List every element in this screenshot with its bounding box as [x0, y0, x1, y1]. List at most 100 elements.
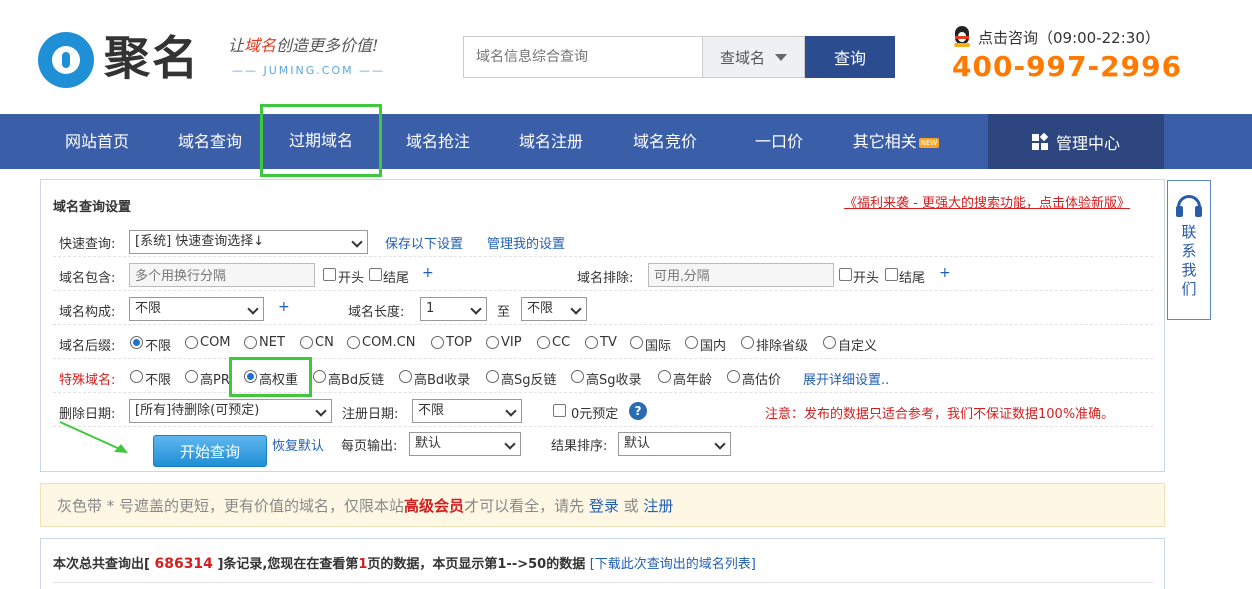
exclude-add-icon[interactable]: +: [939, 265, 951, 281]
notice-or: 或: [618, 497, 644, 515]
exclude-label: 域名排除:: [577, 271, 634, 286]
restore-default-link[interactable]: 恢复默认: [272, 435, 324, 454]
special-label: 特殊域名:: [59, 373, 116, 388]
nav-domain-snapping[interactable]: 域名抢注: [383, 114, 493, 169]
contains-input[interactable]: [129, 263, 315, 287]
result-divider: [53, 582, 1153, 583]
nav-other[interactable]: 其它相关 NEW: [836, 114, 956, 169]
notice-register-link[interactable]: 注册: [643, 497, 673, 515]
start-query-button[interactable]: 开始查询: [153, 435, 267, 467]
suffix-vip-label: VIP: [501, 335, 522, 350]
quick-query-select[interactable]: [系统] 快速查询选择↓: [129, 230, 368, 254]
suffix-domestic-label: 国内: [700, 339, 727, 354]
suffix-radio-intl[interactable]: [630, 336, 643, 349]
notice-vip: 高级会员: [404, 497, 465, 515]
search-button[interactable]: 查询: [805, 36, 895, 78]
contact-us-sidebar[interactable]: 联系我们: [1167, 180, 1211, 320]
special-radio-any[interactable]: [130, 370, 143, 383]
suffix-radio-cn[interactable]: [300, 336, 313, 349]
nav-admin-center[interactable]: 管理中心: [988, 114, 1164, 169]
consult-link[interactable]: 点击咨询（09:00-22:30）: [952, 26, 1160, 48]
special-radio-sg-index[interactable]: [571, 370, 584, 383]
suffix-radio-custom[interactable]: [823, 336, 836, 349]
suffix-radio-vip[interactable]: [486, 336, 499, 349]
consult-label: 点击咨询（09:00-22:30）: [978, 28, 1160, 47]
exclude-input[interactable]: [648, 263, 834, 287]
nav-domain-query[interactable]: 域名查询: [155, 114, 265, 169]
exclude-end-label: 结尾: [899, 271, 926, 286]
special-sg-index-label: 高Sg收录: [586, 373, 642, 388]
suffix-any-label: 不限: [145, 339, 172, 354]
nav-expired-domains[interactable]: 过期域名: [260, 104, 382, 177]
suffix-net-label: NET: [259, 335, 285, 350]
special-age-label: 高年龄: [673, 373, 713, 388]
zero-reserve-checkbox[interactable]: [553, 404, 566, 417]
slogan: 让域名创造更多价值!: [228, 32, 378, 56]
admin-center-label: 管理中心: [1055, 133, 1120, 153]
suffix-radio-exclude-province[interactable]: [741, 336, 754, 349]
expand-details-link[interactable]: 展开详细设置..: [803, 369, 889, 388]
suffix-radio-net[interactable]: [244, 336, 257, 349]
special-radio-age[interactable]: [658, 370, 671, 383]
manage-settings-link[interactable]: 管理我的设置: [487, 233, 565, 252]
chevron-down-icon: [247, 303, 259, 315]
result-line: 本次总共查询出[ 686314 ]条记录,您现在在查看第1页的数据，本页显示第1…: [53, 553, 756, 572]
suffix-radio-comcn[interactable]: [347, 336, 360, 349]
caret-down-icon: [775, 53, 787, 61]
nav-fixed-price[interactable]: 一口价: [724, 114, 834, 169]
quick-query-value: [系统] 快速查询选择↓: [135, 234, 265, 249]
search-type-dropdown[interactable]: 查域名: [702, 36, 805, 78]
save-settings-link[interactable]: 保存以下设置: [385, 233, 463, 252]
length-min-select[interactable]: 1: [420, 297, 487, 321]
compose-add-icon[interactable]: +: [278, 299, 290, 315]
suffix-top-label: TOP: [446, 335, 473, 350]
suffix-radio-cc[interactable]: [537, 336, 550, 349]
suffix-radio-domestic[interactable]: [685, 336, 698, 349]
exclude-begin-checkbox[interactable]: [839, 268, 852, 281]
notice-login-link[interactable]: 登录: [589, 497, 619, 515]
contains-end-checkbox[interactable]: [369, 268, 382, 281]
register-date-value: 不限: [418, 403, 445, 418]
suffix-exclude-province-label: 排除省级: [756, 339, 809, 354]
download-list-link[interactable]: [下载此次查询出的域名列表]: [590, 557, 756, 572]
special-radio-valuation[interactable]: [727, 370, 740, 383]
search-type-label: 查域名: [719, 48, 765, 67]
nav-home[interactable]: 网站首页: [42, 114, 152, 169]
notice-text-1: 灰色带 * 号遮盖的更短，更有价值的域名，仅限本站: [57, 497, 405, 515]
contains-add-icon[interactable]: +: [422, 265, 434, 281]
length-max-select[interactable]: 不限: [521, 297, 587, 321]
domain-search-input[interactable]: [463, 36, 703, 78]
new-search-promo-link[interactable]: 《福利来袭 - 更强大的搜索功能，点击体验新版》: [844, 192, 1130, 211]
contains-begin-label: 开头: [338, 271, 365, 286]
suffix-radio-tv[interactable]: [585, 336, 598, 349]
data-warning: 注意：发布的数据只适合参考，我们不保证数据100%准确。: [765, 407, 1115, 422]
special-sg-backlink-label: 高Sg反链: [501, 373, 557, 388]
delete-date-select[interactable]: [所有]待删除(可预定): [129, 399, 332, 423]
contains-begin-checkbox[interactable]: [323, 268, 336, 281]
headset-icon: [1176, 195, 1202, 219]
qq-penguin-icon: [952, 26, 972, 48]
contains-row: 域名包含: 开头 结尾 + 域名排除: 开头 结尾 +: [53, 259, 1153, 291]
query-settings-panel: 域名查询设置 《福利来袭 - 更强大的搜索功能，点击体验新版》 快速查询: [系…: [40, 179, 1165, 472]
exclude-end-checkbox[interactable]: [885, 268, 898, 281]
register-date-select[interactable]: 不限: [412, 399, 522, 423]
special-radio-pr[interactable]: [185, 370, 198, 383]
suffix-radio-any[interactable]: [130, 336, 143, 349]
help-question-icon[interactable]: ?: [629, 402, 647, 420]
nav-domain-auction[interactable]: 域名竞价: [610, 114, 720, 169]
suffix-radio-com[interactable]: [185, 336, 198, 349]
nav-domain-register[interactable]: 域名注册: [496, 114, 606, 169]
compose-select[interactable]: 不限: [129, 297, 264, 321]
suffix-radio-top[interactable]: [431, 336, 444, 349]
special-radio-bd-index[interactable]: [399, 370, 412, 383]
compose-value: 不限: [135, 301, 162, 316]
suffix-com-label: COM: [200, 335, 231, 350]
special-radio-bd-backlink[interactable]: [313, 370, 326, 383]
chevron-down-icon: [714, 438, 726, 450]
special-radio-sg-backlink[interactable]: [486, 370, 499, 383]
juming-logo[interactable]: 聚名: [38, 28, 218, 90]
new-badge: NEW: [918, 137, 940, 148]
per-page-select[interactable]: 默认: [409, 432, 521, 456]
special-valuation-label: 高估价: [742, 373, 782, 388]
sort-select[interactable]: 默认: [618, 432, 731, 456]
